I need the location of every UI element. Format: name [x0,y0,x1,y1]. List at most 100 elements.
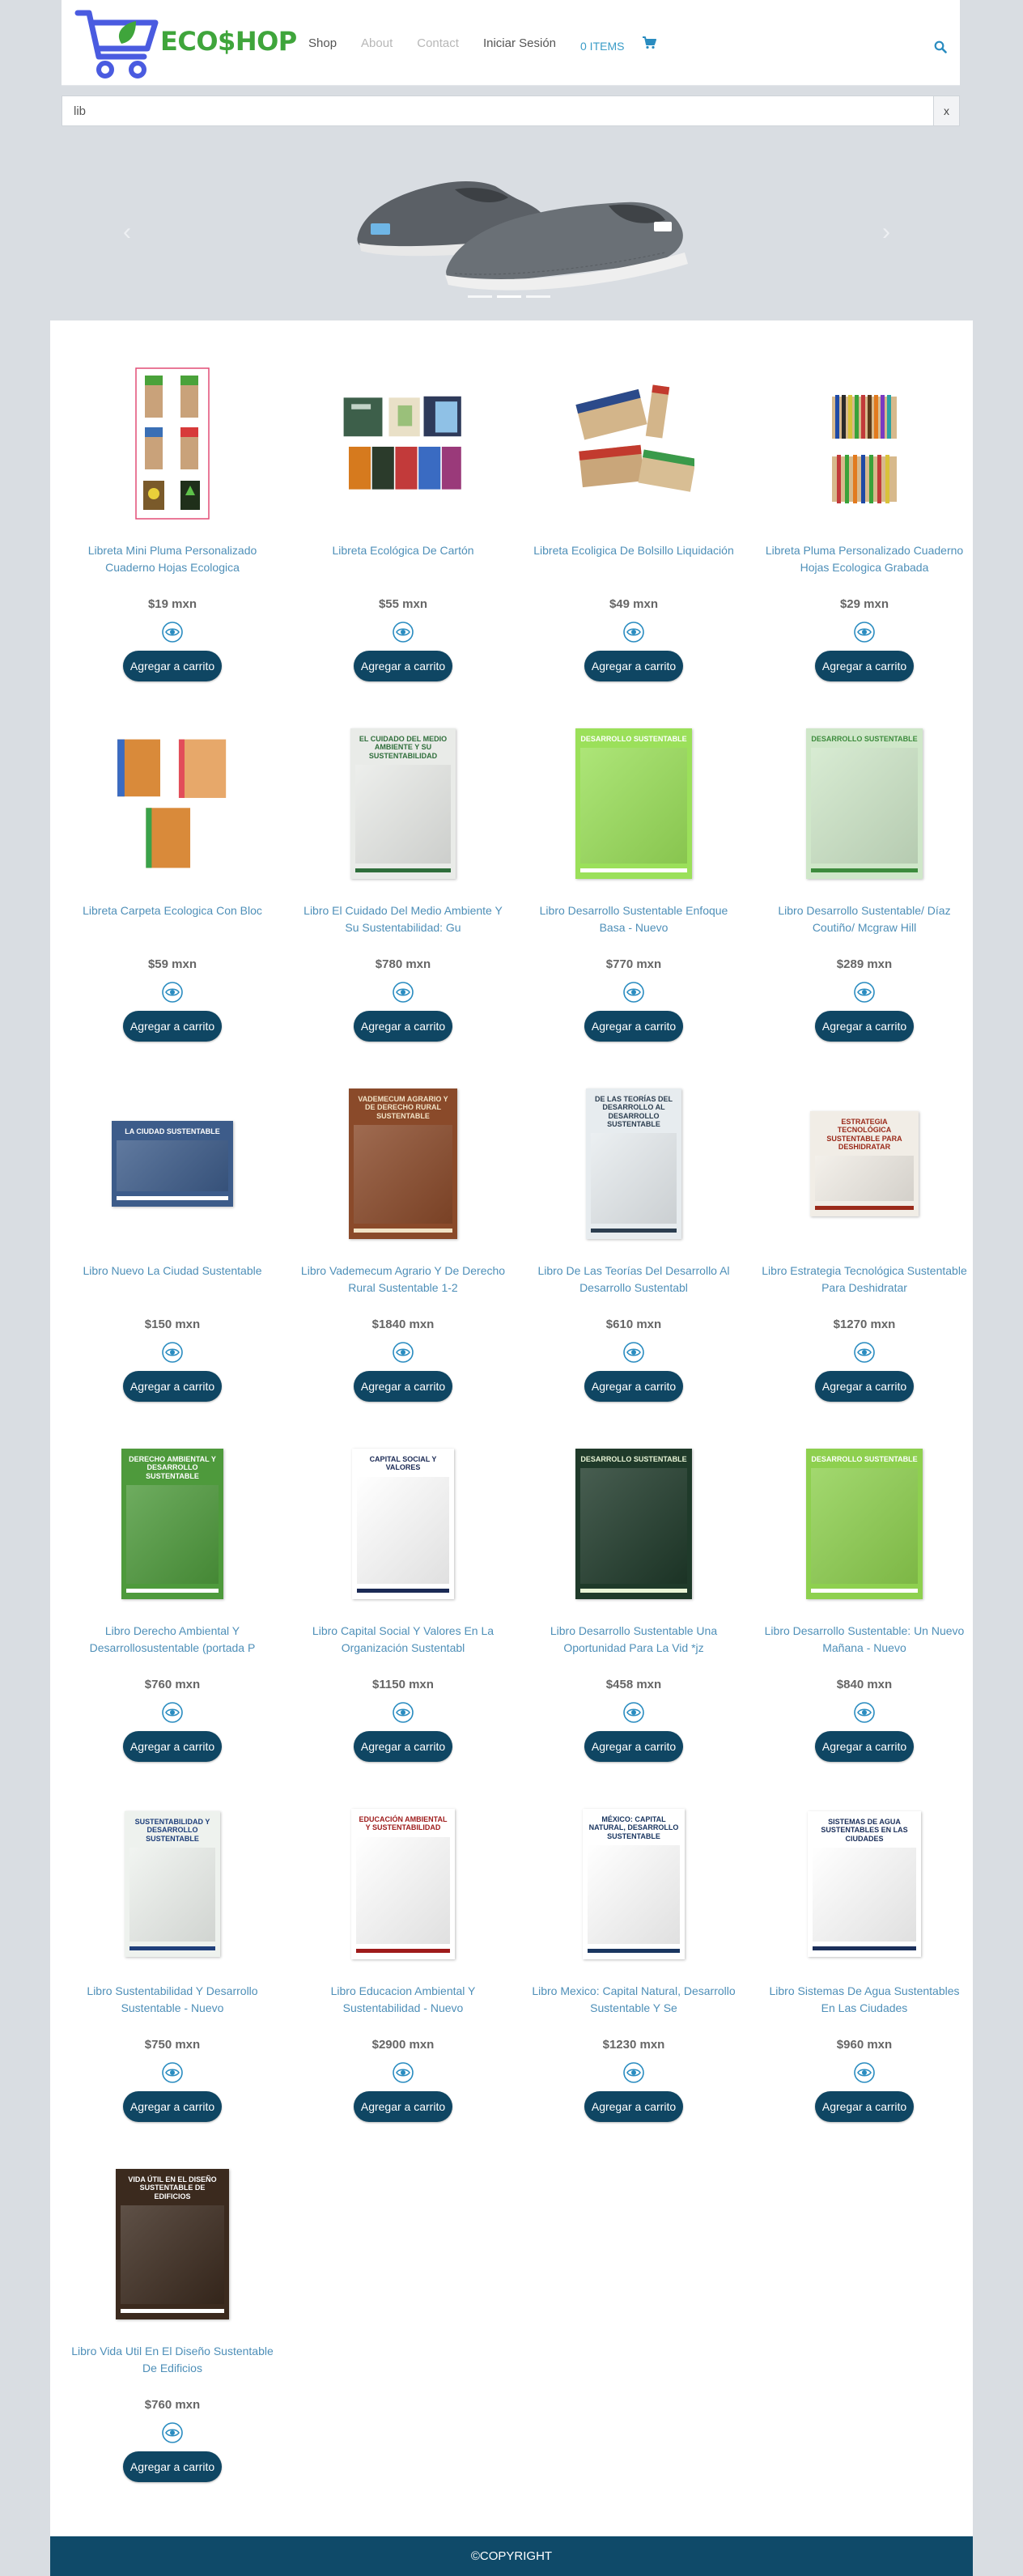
eye-icon[interactable] [854,622,875,643]
product-image[interactable]: Desarrollo sustentable [573,724,694,883]
product-title[interactable]: Libreta Mini Pluma Personalizado Cuadern… [70,542,275,578]
product-title[interactable]: Libro Sistemas De Agua Sustentables En L… [762,1983,967,2018]
add-to-cart-button[interactable]: Agregar a carrito [584,1731,683,1762]
product-image[interactable]: DERECHO AMBIENTAL Y DESARROLLO SUSTENTAB… [112,1445,233,1603]
product-title[interactable]: Libro Desarrollo Sustentable/ Díaz Couti… [762,902,967,938]
eye-icon[interactable] [623,622,644,643]
eye-icon[interactable] [393,1342,414,1363]
add-to-cart-button[interactable]: Agregar a carrito [815,1011,914,1042]
product-image[interactable]: SISTEMAS DE AGUA SUSTENTABLES EN LAS CIU… [804,1805,925,1963]
eye-icon[interactable] [854,982,875,1003]
product-title[interactable]: Libro Desarrollo Sustentable Enfoque Bas… [531,902,736,938]
eye-icon[interactable] [393,982,414,1003]
add-to-cart-button[interactable]: Agregar a carrito [123,2091,222,2122]
eye-icon[interactable] [162,2422,183,2443]
add-to-cart-button[interactable]: Agregar a carrito [354,1371,452,1402]
eye-icon[interactable] [162,1342,183,1363]
product-image[interactable]: EL CUIDADO DEL MEDIO AMBIENTE Y SU SUSTE… [342,724,464,883]
product-title[interactable]: Libro Desarrollo Sustentable Una Oportun… [531,1623,736,1658]
add-to-cart-button[interactable]: Agregar a carrito [815,1731,914,1762]
product-title[interactable]: Libro Desarrollo Sustentable: Un Nuevo M… [762,1623,967,1658]
product-image[interactable]: Desarrollo sustentable [573,1445,694,1603]
product-image[interactable]: Educación ambiental y sustentabilidad [342,1805,464,1963]
product-image[interactable]: VIDA ÚTIL EN EL DISEÑO SUSTENTABLE DE ED… [112,2165,233,2323]
product-image[interactable] [112,364,233,523]
eye-icon[interactable] [623,1702,644,1723]
eye-icon[interactable] [162,622,183,643]
search-clear-button[interactable]: x [934,95,960,126]
product-title[interactable]: Libro Nuevo La Ciudad Sustentable [70,1263,275,1298]
product-image[interactable]: Desarrollo sustentable [804,1445,925,1603]
carousel-indicator-active[interactable] [497,295,521,298]
nav-about[interactable]: About [361,36,393,50]
eye-icon[interactable] [854,1702,875,1723]
product-title[interactable]: Libro Capital Social Y Valores En La Org… [300,1623,506,1658]
product-image[interactable]: Desarrollo sustentable [804,724,925,883]
product-title[interactable]: Libro El Cuidado Del Medio Ambiente Y Su… [300,902,506,938]
product-title[interactable]: Libreta Carpeta Ecologica Con Bloc [70,902,275,938]
product-image[interactable]: VADEMECUM AGRARIO Y DE DERECHO RURAL SUS… [342,1084,464,1243]
eye-icon[interactable] [393,2062,414,2083]
product-image[interactable] [112,724,233,883]
eye-icon[interactable] [162,2062,183,2083]
product-image[interactable] [342,364,464,523]
product-title[interactable]: Libro Vademecum Agrario Y De Derecho Rur… [300,1263,506,1298]
product-image[interactable] [804,364,925,523]
product-image[interactable] [573,364,694,523]
add-to-cart-button[interactable]: Agregar a carrito [584,1371,683,1402]
shopping-cart-icon[interactable] [642,36,657,53]
product-image[interactable]: De las teorías del desarrollo al desarro… [573,1084,694,1243]
product-title[interactable]: Libro Estrategia Tecnológica Sustentable… [762,1263,967,1298]
add-to-cart-button[interactable]: Agregar a carrito [123,651,222,681]
add-to-cart-button[interactable]: Agregar a carrito [123,1011,222,1042]
eye-icon[interactable] [162,982,183,1003]
eye-icon[interactable] [854,2062,875,2083]
add-to-cart-button[interactable]: Agregar a carrito [815,651,914,681]
add-to-cart-button[interactable]: Agregar a carrito [815,2091,914,2122]
product-title[interactable]: Libro De Las Teorías Del Desarrollo Al D… [531,1263,736,1298]
eye-icon[interactable] [854,1342,875,1363]
eye-icon[interactable] [623,2062,644,2083]
carousel-indicator[interactable] [468,295,492,298]
product-image[interactable]: CAPITAL SOCIAL Y VALORES [342,1445,464,1603]
product-title[interactable]: Libro Vida Util En El Diseño Sustentable… [70,2343,275,2379]
carousel-indicator[interactable] [526,295,550,298]
add-to-cart-button[interactable]: Agregar a carrito [354,1731,452,1762]
eye-icon[interactable] [162,1702,183,1723]
add-to-cart-button[interactable]: Agregar a carrito [354,2091,452,2122]
product-image[interactable]: México: capital natural, desarrollo sust… [573,1805,694,1963]
eye-icon[interactable] [623,1342,644,1363]
search-icon[interactable] [934,40,947,57]
product-title[interactable]: Libro Educacion Ambiental Y Sustentabili… [300,1983,506,2018]
add-to-cart-button[interactable]: Agregar a carrito [123,1731,222,1762]
product-title[interactable]: Libro Sustentabilidad Y Desarrollo Suste… [70,1983,275,2018]
product-title[interactable]: Libreta Ecológica De Cartón [300,542,506,578]
site-logo[interactable]: ECO$HOP [74,5,309,83]
hero-carousel: ‹ › [62,139,960,306]
cart-count[interactable]: 0 ITEMS [580,40,624,53]
product-image[interactable]: LA CIUDAD SUSTENTABLE [112,1084,233,1243]
add-to-cart-button[interactable]: Agregar a carrito [584,1011,683,1042]
product-title[interactable]: Libreta Ecoligica De Bolsillo Liquidació… [531,542,736,578]
add-to-cart-button[interactable]: Agregar a carrito [584,2091,683,2122]
add-to-cart-button[interactable]: Agregar a carrito [354,651,452,681]
add-to-cart-button[interactable]: Agregar a carrito [815,1371,914,1402]
product-image[interactable]: SUSTENTABILIDAD Y DESARROLLO SUSTENTABLE [112,1805,233,1963]
nav-login[interactable]: Iniciar Sesión [483,36,556,50]
add-to-cart-button[interactable]: Agregar a carrito [584,651,683,681]
product-title[interactable]: Libreta Pluma Personalizado Cuaderno Hoj… [762,542,967,578]
add-to-cart-button[interactable]: Agregar a carrito [123,2451,222,2482]
eye-icon[interactable] [393,622,414,643]
nav-contact[interactable]: Contact [417,36,459,50]
chevron-right-icon[interactable]: › [882,220,890,244]
nav-shop[interactable]: Shop [308,36,337,50]
product-title[interactable]: Libro Derecho Ambiental Y Desarrollosust… [70,1623,275,1658]
chevron-left-icon[interactable]: ‹ [123,220,131,244]
product-image[interactable]: ESTRATEGIA TECNOLÓGICA SUSTENTABLE PARA … [804,1084,925,1243]
eye-icon[interactable] [393,1702,414,1723]
add-to-cart-button[interactable]: Agregar a carrito [123,1371,222,1402]
product-title[interactable]: Libro Mexico: Capital Natural, Desarroll… [531,1983,736,2018]
eye-icon[interactable] [623,982,644,1003]
add-to-cart-button[interactable]: Agregar a carrito [354,1011,452,1042]
search-input[interactable] [62,95,934,126]
